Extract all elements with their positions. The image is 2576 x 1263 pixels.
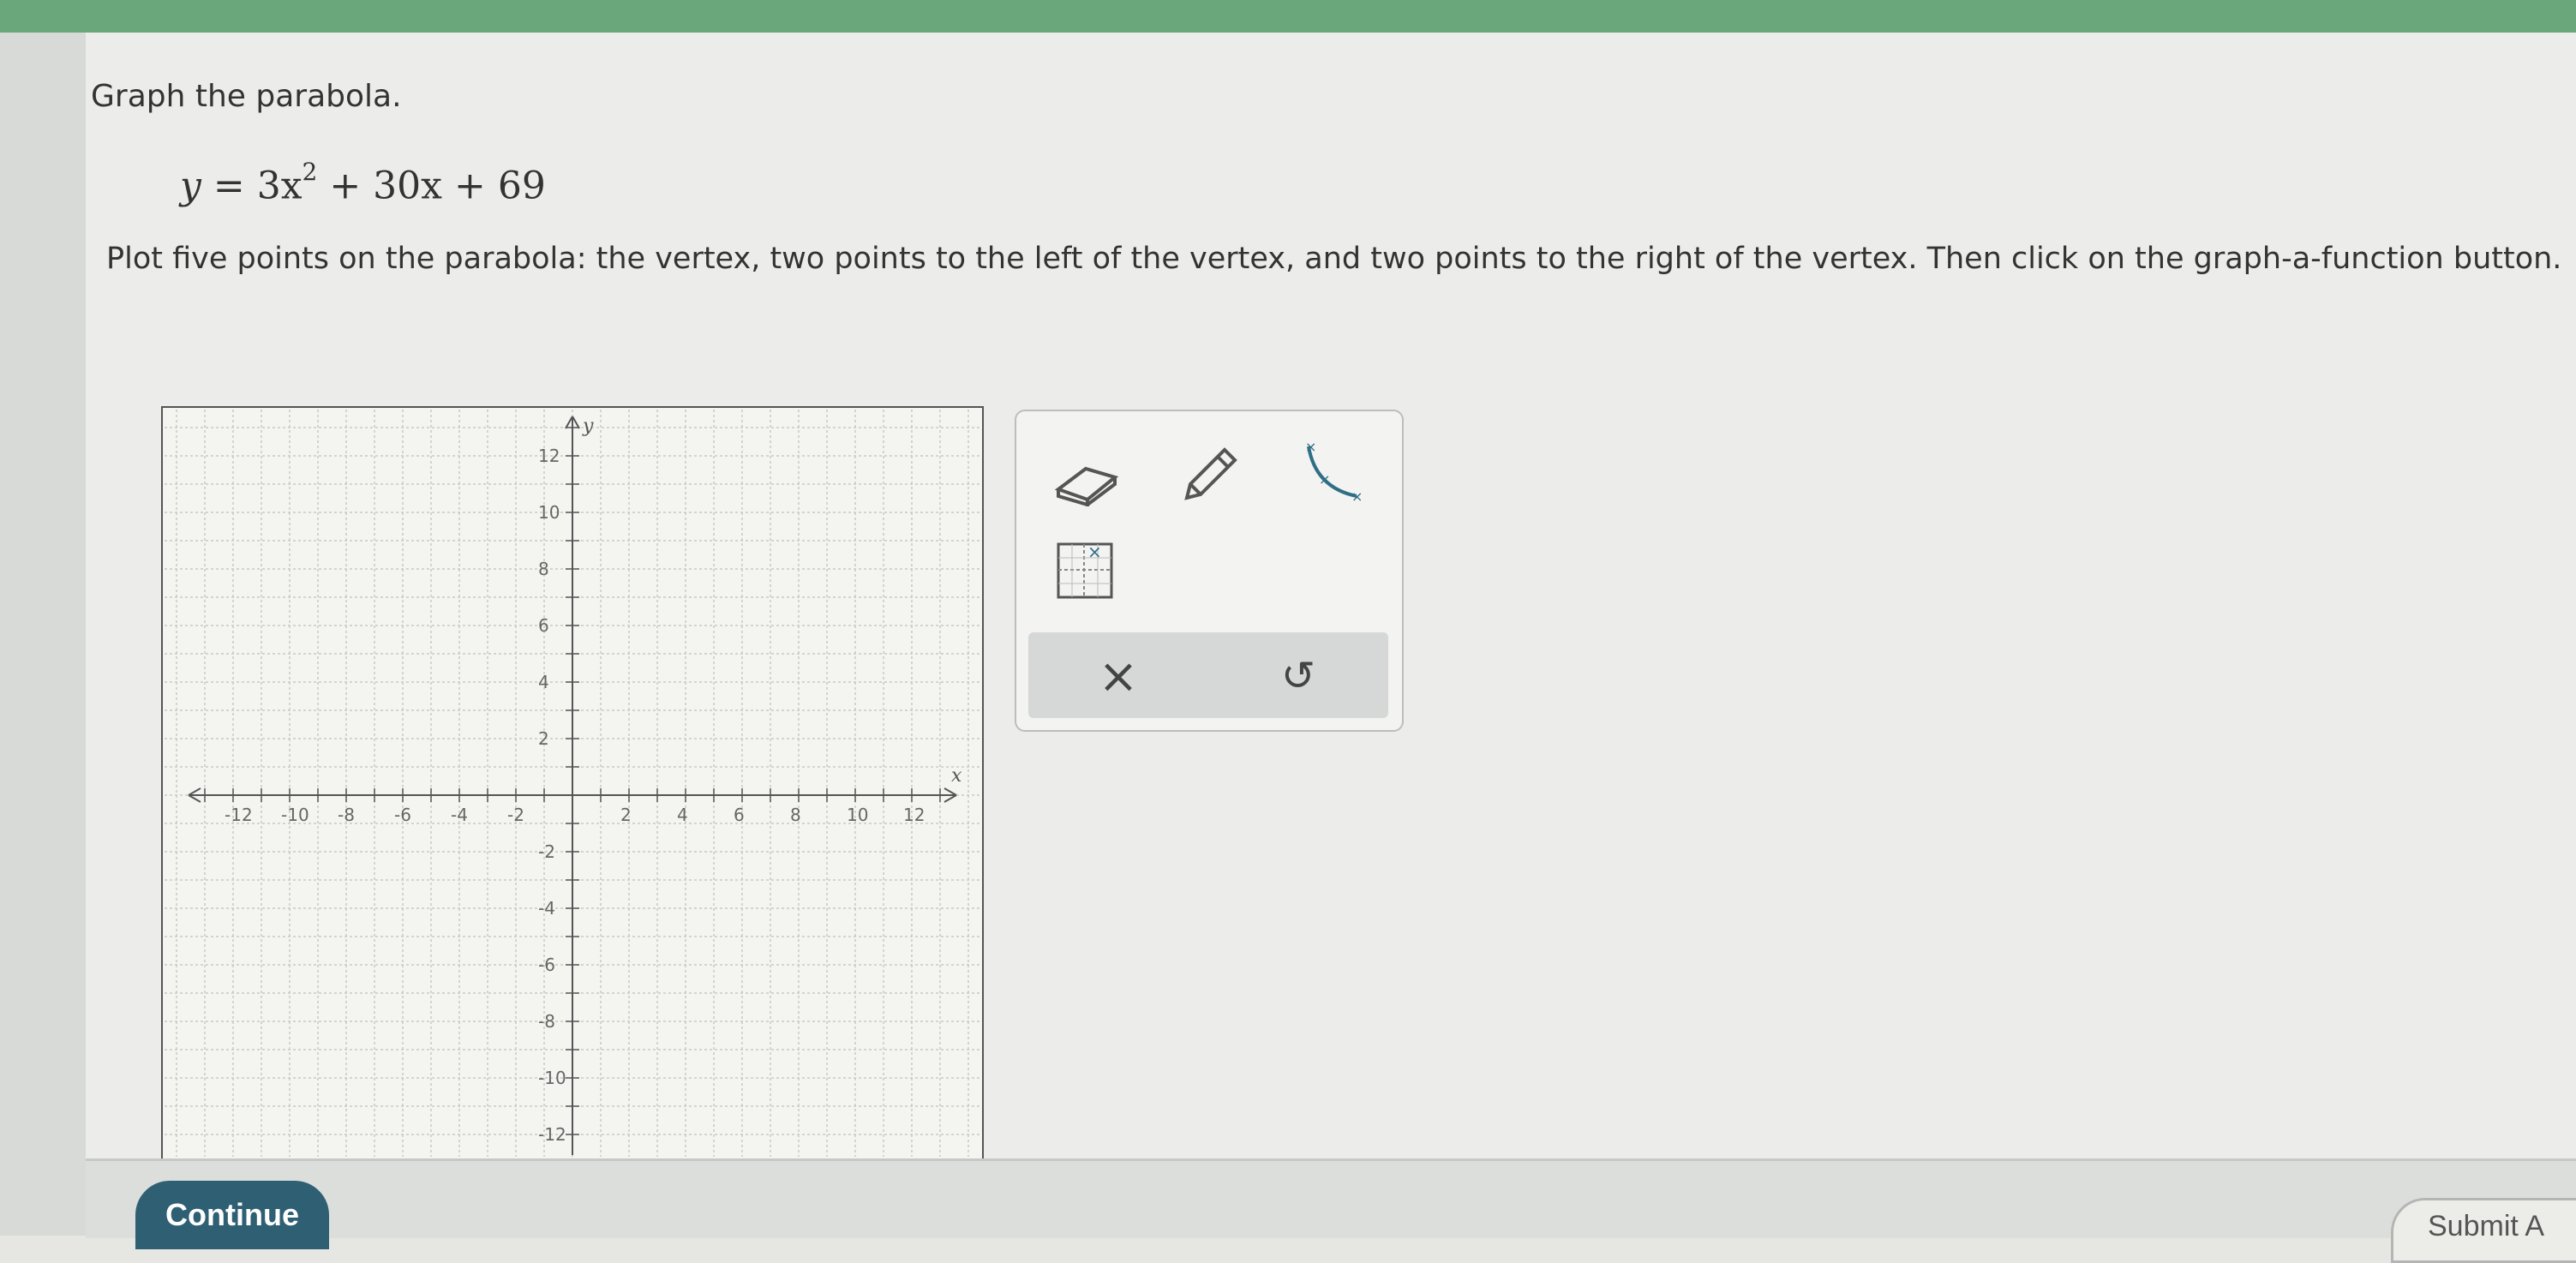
x-tick-label: -10 — [281, 805, 309, 825]
submit-button[interactable]: Submit A — [2391, 1198, 2576, 1263]
clear-icon: × — [1098, 648, 1139, 704]
equation-equals: = — [201, 164, 257, 208]
y-tick-label: 2 — [538, 728, 549, 749]
footer-bar — [86, 1158, 2576, 1238]
y-tick-label: 4 — [538, 672, 549, 692]
question-title: Graph the parabola. — [91, 79, 402, 114]
y-tick-label: -6 — [538, 955, 555, 975]
continue-button[interactable]: Continue — [135, 1181, 329, 1249]
svg-text:×: × — [1305, 440, 1316, 455]
y-tick-label: -10 — [538, 1068, 566, 1088]
action-bar: × ↺ — [1028, 632, 1388, 718]
y-tick-label: 6 — [538, 615, 549, 636]
graph-function-icon: × × × — [1305, 440, 1363, 505]
x-tick-label: 2 — [620, 805, 632, 825]
x-tick-label: 8 — [790, 805, 801, 825]
equation-lhs: y — [180, 164, 201, 208]
pencil-icon — [1184, 447, 1237, 500]
coordinate-grid[interactable]: x y -12 -10 -8 -6 -4 -2 2 4 6 8 10 12 12 10 8 6 4 2 -2 -4 -6 -8… — [163, 408, 982, 1158]
y-tick-label: 12 — [538, 446, 560, 466]
y-axis-label: y — [582, 416, 594, 437]
x-tick-label: -2 — [507, 805, 524, 825]
equation-coefficient: 3x — [256, 164, 303, 208]
point-tool-button[interactable]: × — [1045, 531, 1123, 608]
x-tick-label: 6 — [734, 805, 745, 825]
x-tick-label: -12 — [225, 805, 253, 825]
x-tick-label: 12 — [903, 805, 925, 825]
y-tick-label: -2 — [538, 841, 555, 862]
svg-text:×: × — [1087, 542, 1102, 562]
y-tick-label: -12 — [538, 1124, 566, 1145]
x-tick-label: 10 — [847, 805, 868, 825]
x-tick-label: -8 — [338, 805, 355, 825]
undo-button[interactable]: ↺ — [1260, 637, 1337, 715]
eraser-icon — [1054, 466, 1119, 506]
y-tick-label: -8 — [538, 1011, 555, 1032]
equation-exponent: 2 — [302, 158, 318, 186]
eraser-tool-button[interactable] — [1047, 442, 1124, 519]
x-axis-label: x — [951, 765, 962, 787]
graph-canvas[interactable]: x y -12 -10 -8 -6 -4 -2 2 4 6 8 10 12 12 10 8 6 4 2 -2 -4 -6 -8… — [161, 406, 984, 1160]
undo-icon: ↺ — [1280, 652, 1316, 700]
svg-text:×: × — [1351, 488, 1363, 505]
y-tick-label: 10 — [538, 502, 560, 523]
graph-function-button[interactable]: × × × — [1296, 435, 1373, 512]
y-tick-label: 8 — [538, 559, 549, 579]
left-margin — [0, 33, 86, 1236]
pencil-tool-button[interactable] — [1171, 437, 1248, 514]
x-tick-label: -4 — [451, 805, 468, 825]
instructions-text: Plot five points on the parabola: the ve… — [106, 242, 2562, 276]
x-tick-label: 4 — [677, 805, 688, 825]
graph-toolbox: × × × × × ↺ — [1015, 410, 1404, 732]
equation-rest: + 30x + 69 — [317, 164, 546, 208]
top-bar — [0, 0, 2576, 33]
clear-button[interactable]: × — [1080, 637, 1157, 715]
parabola-equation: y = 3x2 + 30x + 69 — [180, 158, 546, 208]
point-grid-icon: × — [1057, 542, 1113, 599]
x-tick-label: -6 — [394, 805, 411, 825]
y-tick-label: -4 — [538, 898, 555, 919]
svg-text:×: × — [1319, 471, 1330, 488]
